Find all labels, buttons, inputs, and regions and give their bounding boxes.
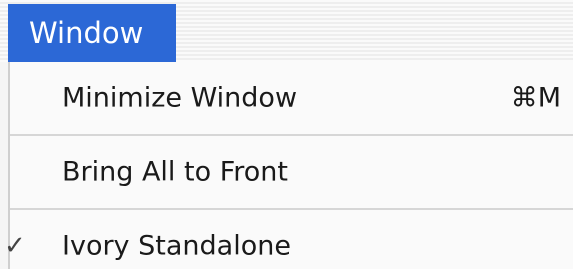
menu-bar: Window xyxy=(0,0,573,62)
menu-item-label: Ivory Standalone xyxy=(62,230,291,262)
menu-window-title[interactable]: Window xyxy=(8,4,176,62)
menu-item-shortcut: ⌘M xyxy=(510,82,561,114)
menu-item-minimize-window[interactable]: Minimize Window ⌘M xyxy=(10,62,573,134)
window-menu-dropdown: Minimize Window ⌘M Bring All to Front ✓ … xyxy=(4,62,573,269)
menu-item-bring-all-to-front[interactable]: Bring All to Front xyxy=(10,136,573,208)
screen: Window Minimize Window ⌘M Bring All to F… xyxy=(0,0,573,269)
menu-item-label: Bring All to Front xyxy=(62,156,288,188)
menu-item-ivory-standalone[interactable]: ✓ Ivory Standalone xyxy=(4,210,573,269)
menu-item-label: Minimize Window xyxy=(62,82,298,114)
checkmark-icon: ✓ xyxy=(4,231,26,261)
